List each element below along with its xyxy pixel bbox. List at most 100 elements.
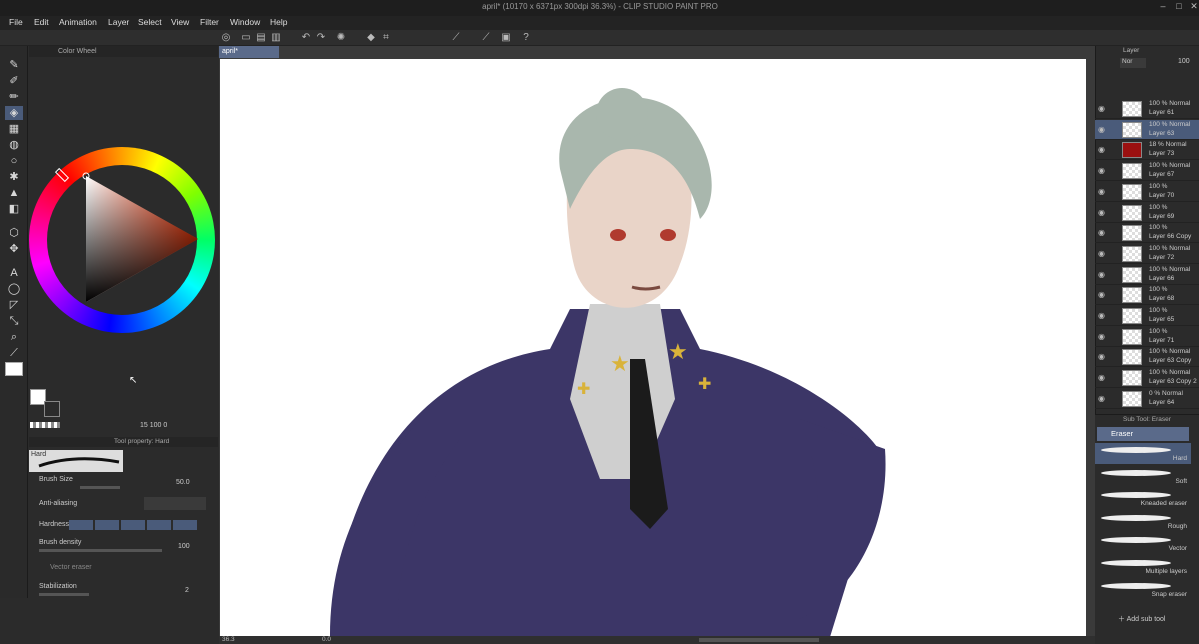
visibility-eye-icon[interactable]: ◉ xyxy=(1098,270,1105,279)
stabilization-slider[interactable] xyxy=(39,593,89,596)
subtool-group-eraser[interactable]: Eraser xyxy=(1097,427,1189,441)
correct-line-icon[interactable]: ⤡ xyxy=(5,314,23,328)
subtool-item[interactable]: Vector xyxy=(1095,533,1191,554)
ruler2-icon[interactable]: ⟋ xyxy=(480,32,492,44)
figure-tool-icon[interactable]: ▲ xyxy=(5,186,23,200)
menu-layer[interactable]: Layer xyxy=(108,17,129,27)
layer-row[interactable]: ◉ 0 % Normal Layer 64 xyxy=(1095,389,1199,409)
clip-studio-icon[interactable]: ◎ xyxy=(220,32,232,44)
ruler-tool-icon[interactable]: ◸ xyxy=(5,298,23,312)
canvas[interactable]: ★ ★ ✚ ✚ xyxy=(220,59,1086,637)
zoom-tool-icon[interactable]: ⌕ xyxy=(5,330,23,344)
visibility-eye-icon[interactable]: ◉ xyxy=(1098,394,1105,403)
horizontal-scrollbar[interactable] xyxy=(699,638,819,642)
magic-wand-icon[interactable]: ✱ xyxy=(5,170,23,184)
subtool-item[interactable]: Kneaded eraser xyxy=(1095,488,1191,509)
menu-filter[interactable]: Filter xyxy=(200,17,219,27)
layer-row[interactable]: ◉ 100 % Layer 71 xyxy=(1095,327,1199,347)
layer-row[interactable]: ◉ 100 % Normal Layer 63 xyxy=(1095,119,1199,140)
blend-tool-icon[interactable]: ▦ xyxy=(5,122,23,136)
visibility-eye-icon[interactable]: ◉ xyxy=(1098,352,1105,361)
visibility-eye-icon[interactable]: ◉ xyxy=(1098,373,1105,382)
subtool-item[interactable]: Soft xyxy=(1095,466,1191,487)
layer-row[interactable]: ◉ 100 % Normal Layer 63 Copy xyxy=(1095,347,1199,368)
subtool-item[interactable]: Multiple layers xyxy=(1095,556,1191,577)
visibility-eye-icon[interactable]: ◉ xyxy=(1098,290,1105,299)
fill-icon[interactable]: ◆ xyxy=(365,32,377,44)
main-color-swatch[interactable] xyxy=(5,362,23,376)
menu-select[interactable]: Select xyxy=(138,17,162,27)
balloon-tool-icon[interactable]: ◯ xyxy=(5,282,23,296)
add-subtool-button[interactable]: ＋ Add sub tool xyxy=(1118,614,1165,624)
transform-icon[interactable]: ⌗ xyxy=(380,32,392,44)
text-tool-icon[interactable]: A xyxy=(5,266,23,280)
pencil-tool-icon[interactable]: ✏ xyxy=(5,90,23,104)
subtool-item[interactable]: Hard xyxy=(1095,443,1191,464)
density-slider[interactable] xyxy=(39,549,162,552)
subtool-item[interactable]: Rough xyxy=(1095,511,1191,532)
visibility-eye-icon[interactable]: ◉ xyxy=(1098,332,1105,341)
open-icon[interactable]: ▤ xyxy=(255,32,267,44)
background-color-swatch[interactable] xyxy=(44,401,60,417)
hardness-selector[interactable] xyxy=(69,520,199,530)
blend-mode-select[interactable]: Nor xyxy=(1120,58,1146,68)
pen-tool-icon[interactable]: ✎ xyxy=(5,58,23,72)
eraser-tool-icon[interactable]: ◈ xyxy=(5,106,23,120)
visibility-eye-icon[interactable]: ◉ xyxy=(1098,228,1105,237)
brush-size-value[interactable]: 50.0 xyxy=(176,479,190,486)
visibility-eye-icon[interactable]: ◉ xyxy=(1098,125,1105,134)
visibility-eye-icon[interactable]: ◉ xyxy=(1098,187,1105,196)
layer-row[interactable]: ◉ 100 % Layer 69 xyxy=(1095,203,1199,223)
zoom-value[interactable]: 36.3 xyxy=(222,636,235,643)
operation-tool-icon[interactable]: ⬡ xyxy=(5,226,23,240)
visibility-eye-icon[interactable]: ◉ xyxy=(1098,104,1105,113)
visibility-eye-icon[interactable]: ◉ xyxy=(1098,249,1105,258)
layer-opacity[interactable]: 100 xyxy=(1178,58,1190,65)
ruler-icon[interactable]: ⟋ xyxy=(450,32,462,44)
layer-row[interactable]: ◉ 100 % Layer 65 xyxy=(1095,306,1199,326)
new-icon[interactable]: ▭ xyxy=(240,32,252,44)
undo-icon[interactable]: ↶ xyxy=(300,32,312,44)
visibility-eye-icon[interactable]: ◉ xyxy=(1098,208,1105,217)
menu-file[interactable]: File xyxy=(9,17,23,27)
redo-icon[interactable]: ↷ xyxy=(315,32,327,44)
document-tab[interactable]: april* xyxy=(219,46,279,58)
anti-alias-selector[interactable] xyxy=(144,497,206,510)
layer-row[interactable]: ◉ 100 % Layer 70 xyxy=(1095,182,1199,202)
menu-view[interactable]: View xyxy=(171,17,189,27)
gradient-tool-icon[interactable]: ◧ xyxy=(5,202,23,216)
layer-row[interactable]: ◉ 100 % Layer 66 Copy xyxy=(1095,223,1199,244)
stabilization-value[interactable]: 2 xyxy=(185,587,189,594)
layer-row[interactable]: ◉ 100 % Normal Layer 66 xyxy=(1095,265,1199,285)
layer-row[interactable]: ◉ 100 % Normal Layer 67 xyxy=(1095,161,1199,182)
clear-icon[interactable]: ✺ xyxy=(335,32,347,44)
density-value[interactable]: 100 xyxy=(178,543,190,550)
selection-tool-icon[interactable]: ○ xyxy=(5,154,23,168)
brush-size-slider[interactable] xyxy=(80,486,120,489)
saturation-triangle[interactable] xyxy=(82,172,202,307)
menu-window[interactable]: Window xyxy=(230,17,260,27)
maximize-icon[interactable]: □ xyxy=(1171,1,1187,14)
brush-tool-icon[interactable]: ✐ xyxy=(5,74,23,88)
menu-help[interactable]: Help xyxy=(270,17,287,27)
help-icon[interactable]: ? xyxy=(520,32,532,44)
menu-edit[interactable]: Edit xyxy=(34,17,49,27)
eyedropper-icon[interactable]: ⟋ xyxy=(5,346,23,360)
save-icon[interactable]: ▥ xyxy=(270,32,282,44)
subtool-item[interactable]: Snap eraser xyxy=(1095,579,1191,600)
close-icon[interactable]: ✕ xyxy=(1186,1,1199,14)
transparent-swatch[interactable] xyxy=(30,422,60,428)
layer-row[interactable]: ◉ 100 % Normal Layer 63 Copy 2 xyxy=(1095,368,1199,389)
minimize-icon[interactable]: – xyxy=(1155,1,1171,14)
layer-row[interactable]: ◉ 100 % Normal Layer 72 xyxy=(1095,244,1199,264)
visibility-eye-icon[interactable]: ◉ xyxy=(1098,311,1105,320)
menu-animation[interactable]: Animation xyxy=(59,17,97,27)
move-tool-icon[interactable]: ✥ xyxy=(5,242,23,256)
layer-row[interactable]: ◉ 100 % Layer 68 xyxy=(1095,285,1199,306)
layer-row[interactable]: ◉ 100 % Normal Layer 61 xyxy=(1095,99,1199,119)
layer-row[interactable]: ◉ 18 % Normal Layer 73 xyxy=(1095,140,1199,161)
visibility-eye-icon[interactable]: ◉ xyxy=(1098,166,1105,175)
settings-icon[interactable]: ▣ xyxy=(500,32,512,44)
fill-tool-icon[interactable]: ◍ xyxy=(5,138,23,152)
visibility-eye-icon[interactable]: ◉ xyxy=(1098,145,1105,154)
